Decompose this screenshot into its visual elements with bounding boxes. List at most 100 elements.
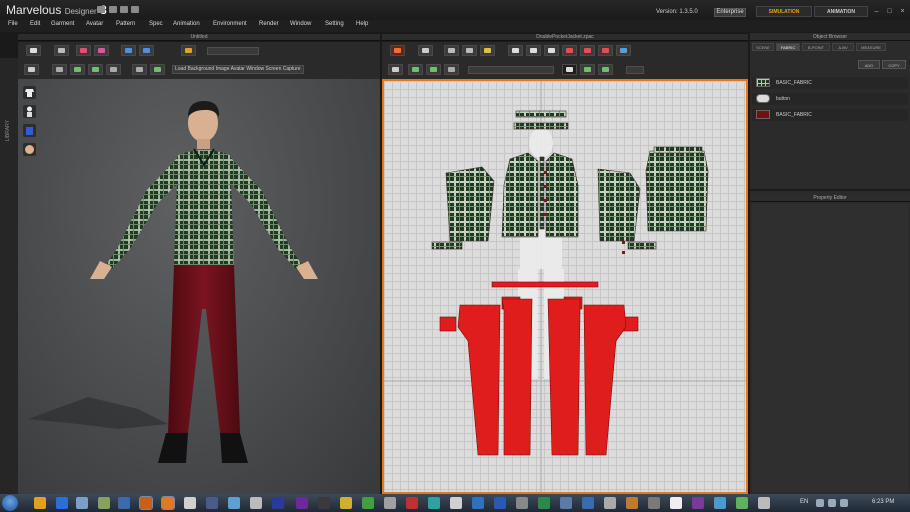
- head-lib-icon[interactable]: [23, 143, 36, 156]
- app-icon-14[interactable]: [318, 497, 330, 509]
- tab-b-point[interactable]: B-POINT: [802, 43, 830, 51]
- left-placket-piece[interactable]: [539, 156, 545, 230]
- view2d-small-field[interactable]: [626, 66, 644, 74]
- pin-icon[interactable]: [181, 45, 196, 56]
- app-icon-21[interactable]: [472, 497, 484, 509]
- clock[interactable]: 6:23 PM: [872, 499, 894, 505]
- app-icon-11[interactable]: [250, 497, 262, 509]
- capture-icon[interactable]: [150, 64, 165, 75]
- left-cuff-piece[interactable]: [431, 241, 463, 250]
- edit-curve-icon[interactable]: [462, 45, 477, 56]
- app-icon-31[interactable]: [692, 497, 704, 509]
- measure-icon[interactable]: [88, 64, 103, 75]
- menu-file[interactable]: File: [8, 21, 18, 27]
- menu-window[interactable]: Window: [290, 21, 311, 27]
- chrome-icon[interactable]: [34, 497, 46, 509]
- avatar-pose-icon[interactable]: [26, 45, 41, 56]
- circle-icon[interactable]: [544, 45, 559, 56]
- menu-avatar[interactable]: Avatar: [86, 21, 103, 27]
- menu-render[interactable]: Render: [259, 21, 279, 27]
- app-icon-34[interactable]: [758, 497, 770, 509]
- menu-edit[interactable]: Edit: [30, 21, 40, 27]
- trace-icon[interactable]: [426, 64, 441, 75]
- minimize-icon[interactable]: –: [873, 8, 880, 15]
- app-icon-33[interactable]: [736, 497, 748, 509]
- right-pants-front-piece[interactable]: [547, 298, 581, 456]
- marvelous-designer-icon[interactable]: [161, 496, 175, 510]
- capture-menu-text[interactable]: Load Background Image Avatar Window Scre…: [172, 65, 304, 74]
- menu-pattern[interactable]: Pattern: [116, 21, 135, 27]
- app-icon-23[interactable]: [516, 497, 528, 509]
- app-icon-16[interactable]: [362, 497, 374, 509]
- tab-measure[interactable]: MEASURE: [856, 43, 886, 51]
- tab-fabric[interactable]: FABRIC: [776, 43, 800, 51]
- right-sleeve-piece[interactable]: [597, 168, 641, 242]
- app-icon-24[interactable]: [538, 497, 550, 509]
- left-pants-back-piece[interactable]: [457, 304, 501, 456]
- animation-mode-button[interactable]: ANIMATION: [814, 6, 868, 17]
- volume-icon[interactable]: [840, 499, 848, 507]
- fold-icon[interactable]: [94, 45, 109, 56]
- explorer-icon[interactable]: [76, 497, 88, 509]
- app-icon-5[interactable]: [118, 497, 130, 509]
- avatar-lib-icon[interactable]: [23, 105, 36, 118]
- simulate-icon[interactable]: [390, 45, 405, 56]
- brush-icon[interactable]: [106, 64, 121, 75]
- left-front-piece[interactable]: [501, 152, 539, 238]
- texture-icon[interactable]: [388, 64, 403, 75]
- simulation-mode-button[interactable]: SIMULATION: [756, 6, 812, 17]
- edit-point-icon[interactable]: [444, 45, 459, 56]
- app-icon-10[interactable]: [228, 497, 240, 509]
- tray-icon-1[interactable]: [816, 499, 824, 507]
- ie-icon[interactable]: [56, 497, 68, 509]
- segment-sew-icon[interactable]: [562, 45, 577, 56]
- app-icon-17[interactable]: [384, 497, 396, 509]
- app-icon-18[interactable]: [406, 497, 418, 509]
- view2d-viewport[interactable]: [382, 79, 748, 494]
- language-indicator[interactable]: EN: [800, 499, 808, 505]
- view3d-slider[interactable]: [207, 47, 259, 55]
- rectangle-icon[interactable]: [526, 45, 541, 56]
- view3d-viewport[interactable]: [18, 79, 380, 494]
- back-yoke-piece[interactable]: [653, 146, 703, 154]
- select-2d-icon[interactable]: [562, 64, 577, 75]
- back-piece[interactable]: [645, 150, 709, 232]
- pants-icon[interactable]: [139, 45, 154, 56]
- fabric-item-2[interactable]: button: [752, 93, 908, 105]
- internal-line-icon[interactable]: [598, 45, 613, 56]
- app-icon-29[interactable]: [648, 497, 660, 509]
- new-file-icon[interactable]: [97, 6, 105, 13]
- add-fabric-button[interactable]: ADD: [858, 60, 880, 69]
- right-cuff-piece[interactable]: [627, 241, 657, 250]
- layout-icon[interactable]: [580, 64, 595, 75]
- left-pocket-piece[interactable]: [439, 316, 457, 332]
- right-front-piece[interactable]: [545, 152, 579, 238]
- tab-scene[interactable]: SCENE: [752, 43, 774, 51]
- app-icon-25[interactable]: [560, 497, 572, 509]
- right-pants-back-piece[interactable]: [583, 304, 627, 456]
- app-icon-28[interactable]: [626, 497, 638, 509]
- left-sleeve-piece[interactable]: [445, 166, 495, 242]
- add-point-icon[interactable]: [480, 45, 495, 56]
- copy-fabric-button[interactable]: COPY: [882, 60, 906, 69]
- menu-setting[interactable]: Setting: [325, 21, 344, 27]
- menu-spec[interactable]: Spec: [149, 21, 163, 27]
- app-icon-8[interactable]: [184, 497, 196, 509]
- select-mesh-icon[interactable]: [54, 45, 69, 56]
- pose-lib-icon[interactable]: [23, 124, 36, 137]
- maximize-icon[interactable]: □: [886, 8, 893, 15]
- free-sew-icon[interactable]: [580, 45, 595, 56]
- menu-animation[interactable]: Animation: [173, 21, 200, 27]
- app-icon-32[interactable]: [714, 497, 726, 509]
- photoshop-icon[interactable]: [272, 497, 284, 509]
- undo-icon[interactable]: [120, 6, 128, 13]
- save-icon[interactable]: [109, 6, 117, 13]
- fabric-item-3[interactable]: BASIC_FABRIC: [752, 109, 908, 121]
- pointer-icon[interactable]: [24, 64, 39, 75]
- menu-help[interactable]: Help: [356, 21, 368, 27]
- fabric-item-1[interactable]: BASIC_FABRIC: [752, 77, 908, 89]
- transform-icon[interactable]: [52, 64, 67, 75]
- tab-a-bv[interactable]: A-BV: [832, 43, 854, 51]
- network-icon[interactable]: [828, 499, 836, 507]
- collar-piece[interactable]: [515, 110, 567, 118]
